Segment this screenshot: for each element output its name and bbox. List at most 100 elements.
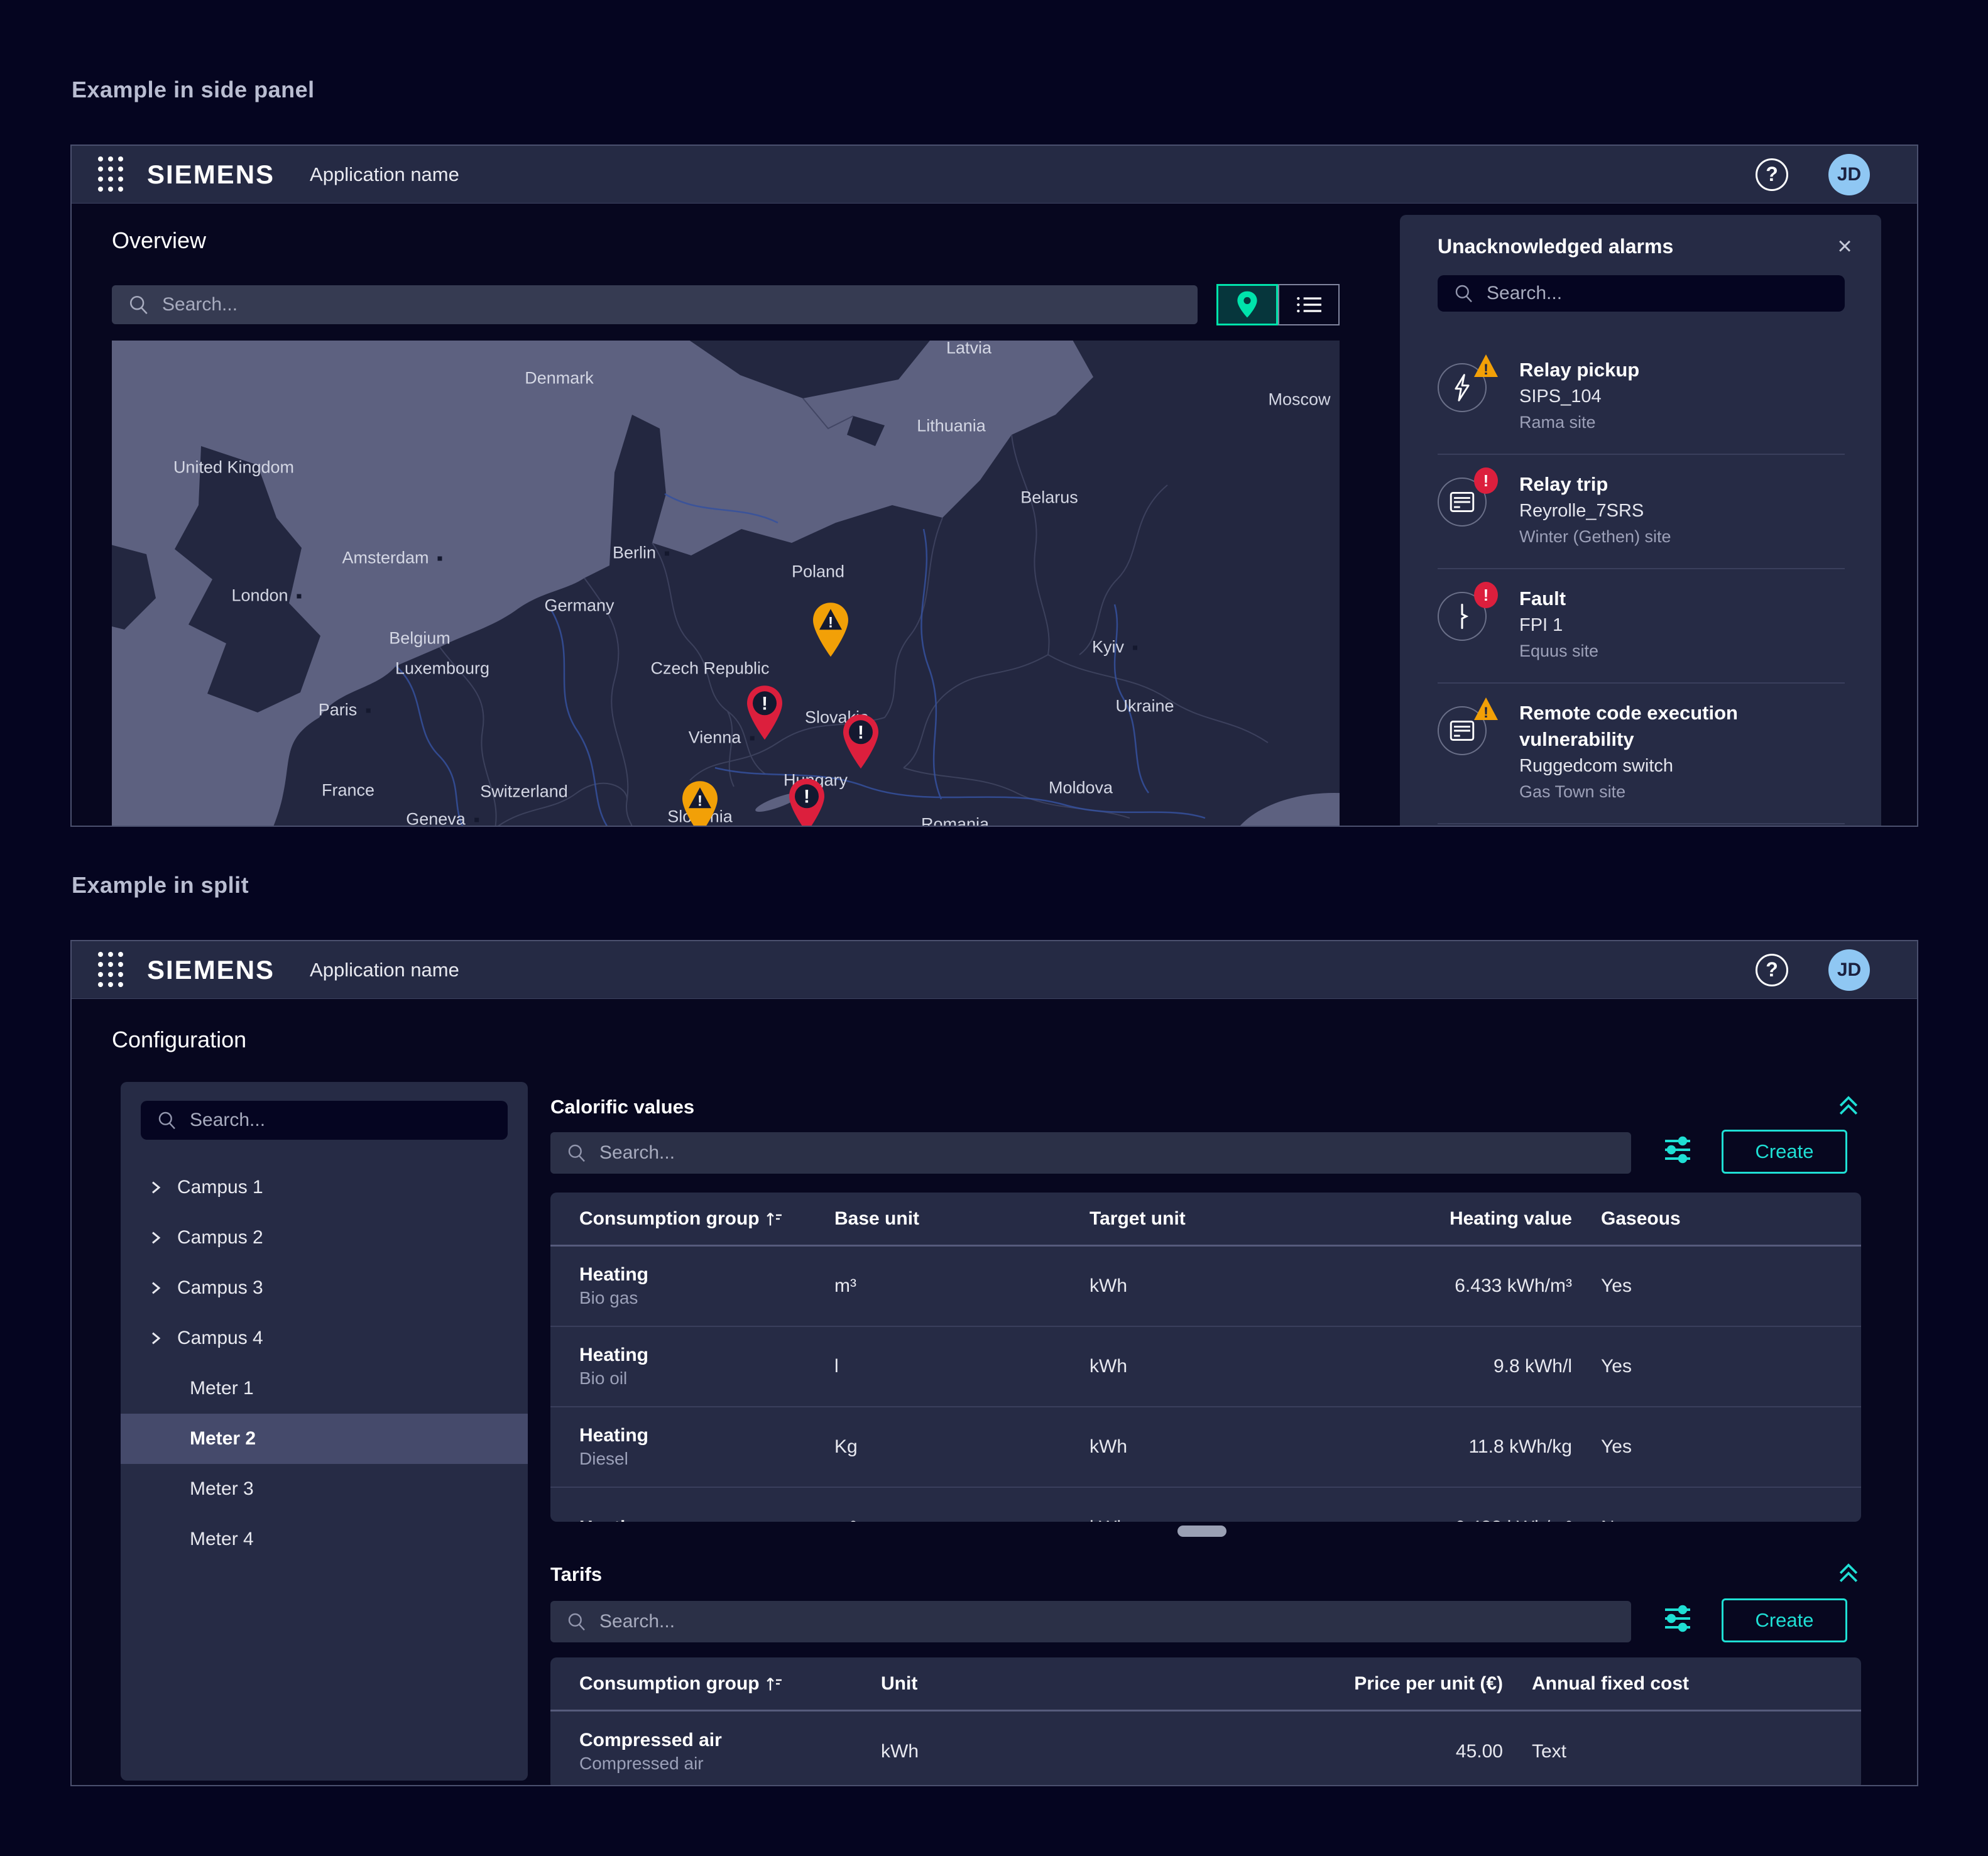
app-header: SIEMENS Application name ? JD [72, 941, 1917, 999]
sort-ascending-icon[interactable] [765, 1675, 784, 1693]
tarifs-table: Consumption group Unit Price per unit (€… [550, 1657, 1861, 1786]
sidebar-item-meter-1[interactable]: Meter 1 [121, 1363, 528, 1414]
search-icon [128, 294, 150, 315]
map-alarm-pin-critical[interactable]: ! [839, 712, 882, 772]
help-icon[interactable]: ? [1756, 954, 1788, 986]
cell-gaseous: Yes [1572, 1436, 1861, 1458]
cell-consumption-group: Compressed airCompressed air [579, 1728, 881, 1775]
sidebar-item-meter-3[interactable]: Meter 3 [121, 1464, 528, 1514]
map-alarm-pin-critical[interactable]: ! [785, 777, 828, 827]
collapse-section-icon[interactable] [1835, 1091, 1870, 1126]
map-label-paris: Paris [319, 701, 371, 720]
map-label-geneva: Geneva [406, 810, 479, 827]
window-overview: SIEMENS Application name ? JD Overview S… [70, 145, 1918, 827]
avatar[interactable]: JD [1828, 154, 1870, 195]
table-row[interactable]: HeatingBio oil l kWh 9.8 kWh/l Yes [550, 1327, 1861, 1407]
alarm-device: SIPS_104 [1519, 383, 1639, 410]
avatar[interactable]: JD [1828, 949, 1870, 991]
map-alarm-pin-critical[interactable]: ! [743, 684, 786, 743]
view-toggle [1216, 284, 1340, 325]
calorific-values-table: Consumption group Base unit Target unit … [550, 1193, 1861, 1522]
column-header[interactable]: Target unit [1090, 1208, 1345, 1230]
sidebar-item-campus-2[interactable]: Campus 2 [121, 1213, 528, 1263]
cell-base-unit: m³ [834, 1517, 1090, 1522]
search-icon [1454, 283, 1474, 303]
cell-base-unit: l [834, 1356, 1090, 1377]
sidebar-item-campus-3[interactable]: Campus 3 [121, 1263, 528, 1313]
cell-unit: kWh [881, 1741, 1182, 1762]
warning-badge-icon: ! [1473, 696, 1499, 723]
navigation-sidebar: Search... Campus 1 Campus 2 Campus 3 Cam… [121, 1082, 528, 1781]
map-alarm-pin-warning[interactable]: ! [809, 601, 852, 660]
map-alarm-pin-warning[interactable]: ! [679, 779, 721, 827]
alarm-item[interactable]: ! Remote code execution vulnerability Ru… [1438, 684, 1845, 824]
cell-gaseous: No [1572, 1517, 1861, 1522]
sidebar-item-meter-4[interactable]: Meter 4 [121, 1514, 528, 1564]
europe-map[interactable]: LatviaDenmarkMoscowLithuaniaUnited Kingd… [112, 341, 1340, 827]
filter-icon[interactable] [1660, 1601, 1700, 1641]
table-row[interactable]: HeatingDiesel Kg kWh 11.8 kWh/kg Yes [550, 1407, 1861, 1488]
map-label-kyiv: Kyiv [1092, 638, 1137, 657]
collapse-section-icon[interactable] [1835, 1558, 1870, 1593]
map-view-button[interactable] [1216, 284, 1278, 325]
column-header[interactable]: Base unit [834, 1208, 1090, 1230]
map-label-luxembourg: Luxembourg [395, 659, 489, 679]
tarifs-search-input[interactable]: Search... [550, 1601, 1631, 1642]
table-row[interactable]: Heating m³ kWh 6.433 kWh/m³ No [550, 1488, 1861, 1522]
sort-ascending-icon[interactable] [765, 1210, 784, 1228]
filter-icon[interactable] [1660, 1132, 1700, 1172]
horizontal-scrollbar[interactable] [1177, 1526, 1226, 1537]
calorific-values-search-input[interactable]: Search... [550, 1132, 1631, 1174]
column-header[interactable]: Price per unit (€) [1182, 1673, 1503, 1695]
critical-badge-icon: ! [1473, 467, 1499, 494]
column-header[interactable]: Unit [881, 1673, 1182, 1695]
column-header[interactable]: Gaseous [1572, 1208, 1861, 1230]
create-button[interactable]: Create [1722, 1598, 1847, 1642]
column-header[interactable]: Consumption group [579, 1208, 834, 1230]
svg-text:!: ! [1483, 586, 1489, 604]
app-launcher-icon[interactable] [98, 156, 124, 193]
alarm-item[interactable]: ! Door open FPI 1 [1438, 824, 1845, 827]
map-label-moscow: Moscow [1268, 390, 1330, 410]
help-icon[interactable]: ? [1756, 158, 1788, 191]
cell-annual-fixed-cost: Text [1503, 1741, 1861, 1762]
siemens-logo: SIEMENS [147, 160, 275, 190]
svg-text:!: ! [697, 792, 702, 809]
network-switch-icon [1449, 718, 1475, 743]
cell-gaseous: Yes [1572, 1275, 1861, 1297]
window-configuration: SIEMENS Application name ? JD Configurat… [70, 940, 1918, 1786]
close-icon[interactable]: × [1831, 232, 1859, 260]
svg-text:!: ! [1483, 471, 1489, 490]
alarms-search-input[interactable]: Search... [1438, 275, 1845, 312]
create-button[interactable]: Create [1722, 1130, 1847, 1174]
cell-heating-value: 11.8 kWh/kg [1345, 1436, 1572, 1458]
cell-base-unit: Kg [834, 1436, 1090, 1458]
sidebar-item-meter-2[interactable]: Meter 2 [121, 1414, 528, 1464]
cell-heating-value: 6.433 kWh/m³ [1345, 1517, 1572, 1522]
example1-label: Example in side panel [72, 77, 315, 103]
alarm-item[interactable]: ! Relay trip Reyrolle_7SRS Winter (Gethe… [1438, 455, 1845, 569]
table-row[interactable]: HeatingBio gas m³ kWh 6.433 kWh/m³ Yes [550, 1247, 1861, 1327]
table-row[interactable]: Compressed airCompressed air kWh 45.00 T… [550, 1711, 1861, 1786]
column-header[interactable]: Consumption group [579, 1673, 881, 1695]
critical-badge-icon: ! [1473, 582, 1499, 608]
search-icon [567, 1612, 587, 1632]
sidebar-item-campus-1[interactable]: Campus 1 [121, 1162, 528, 1213]
alarm-device: Reyrolle_7SRS [1519, 498, 1671, 524]
chevron-right-icon [150, 1181, 162, 1194]
alarm-item[interactable]: ! Relay pickup SIPS_104 Rama site [1438, 341, 1845, 455]
cell-consumption-group: Heating [579, 1516, 834, 1522]
siemens-logo: SIEMENS [147, 955, 275, 985]
column-header[interactable]: Annual fixed cost [1503, 1673, 1861, 1695]
sidebar-item-label: Meter 3 [190, 1478, 254, 1500]
cell-target-unit: kWh [1090, 1436, 1345, 1458]
sidebar-item-campus-4[interactable]: Campus 4 [121, 1313, 528, 1363]
column-header[interactable]: Heating value [1345, 1208, 1572, 1230]
alarm-item[interactable]: ! Fault FPI 1 Equus site [1438, 569, 1845, 684]
sidebar-item-label: Meter 4 [190, 1529, 254, 1550]
page-title: Overview [112, 227, 206, 254]
list-view-button[interactable] [1278, 284, 1340, 325]
overview-search-input[interactable]: Search... [112, 285, 1198, 324]
sidebar-search-input[interactable]: Search... [141, 1101, 508, 1140]
app-launcher-icon[interactable] [98, 952, 124, 988]
